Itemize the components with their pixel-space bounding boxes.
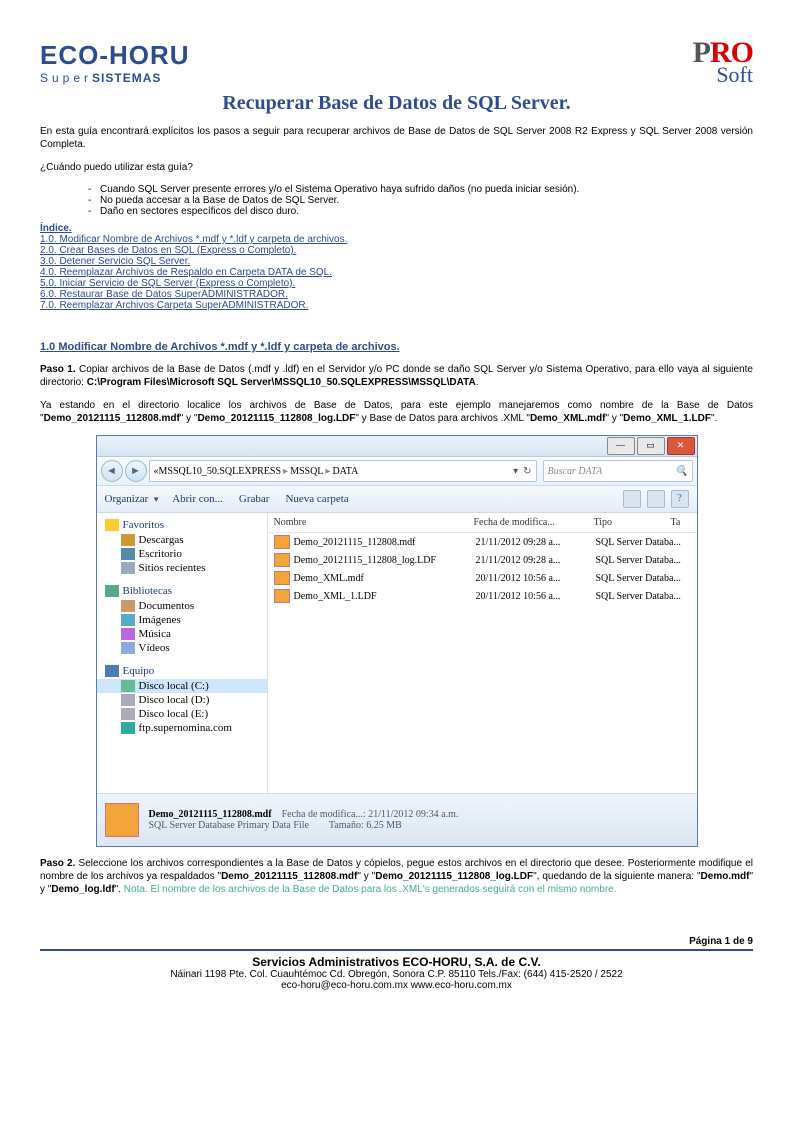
toc-link[interactable]: 4.0. Reemplazar Archivos de Respaldo en … bbox=[40, 267, 753, 278]
question: ¿Cuándo puedo utilizar esta guía? bbox=[40, 161, 753, 174]
sidebar-recent[interactable]: Sitios recientes bbox=[97, 561, 267, 575]
bullet: Cuando SQL Server presente errores y/o e… bbox=[40, 184, 753, 195]
image-icon bbox=[121, 614, 135, 626]
toc-link[interactable]: 6.0. Restaurar Base de Datos SuperADMINI… bbox=[40, 289, 753, 300]
organize-button[interactable]: Organizar bbox=[105, 493, 149, 505]
explorer-window: — ▭ ✕ ◄ ► « MSSQL10_50.SQLEXPRESS▸ MSSQL… bbox=[96, 435, 698, 847]
page-number: Página 1 de 9 bbox=[40, 936, 753, 951]
download-icon bbox=[121, 534, 135, 546]
sidebar-documents[interactable]: Documentos bbox=[97, 599, 267, 613]
disk-icon bbox=[121, 694, 135, 706]
header: ECO-HORU SuperSISTEMAS PRO Soft bbox=[40, 36, 753, 88]
footer-company: Servicios Administrativos ECO-HORU, S.A.… bbox=[40, 955, 753, 969]
index-heading: Índice. bbox=[40, 223, 753, 234]
sidebar-favorites[interactable]: Favoritos bbox=[97, 517, 267, 533]
preview-button[interactable] bbox=[647, 490, 665, 508]
toc-link[interactable]: 3.0. Detener Servicio SQL Server. bbox=[40, 256, 753, 267]
paragraph: Ya estando en el directorio localice los… bbox=[40, 399, 753, 425]
logo-prosoft: PRO Soft bbox=[693, 36, 753, 88]
paragraph: Paso 1. Copiar archivos de la Base de Da… bbox=[40, 363, 753, 389]
window-titlebar: — ▭ ✕ bbox=[97, 436, 697, 457]
forward-button[interactable]: ► bbox=[125, 460, 147, 482]
nav-bar: ◄ ► « MSSQL10_50.SQLEXPRESS▸ MSSQL▸ DATA… bbox=[97, 457, 697, 486]
file-icon bbox=[274, 589, 290, 603]
document-icon bbox=[121, 600, 135, 612]
toc-link[interactable]: 2.0. Crear Bases de Datos en SQL (Expres… bbox=[40, 245, 753, 256]
toc-link[interactable]: 7.0. Reemplazar Archivos Carpeta SuperAD… bbox=[40, 300, 753, 311]
sidebar-disk-e[interactable]: Disco local (E:) bbox=[97, 707, 267, 721]
logo-ecohoru: ECO-HORU SuperSISTEMAS bbox=[40, 40, 190, 85]
new-folder-button[interactable]: Nueva carpeta bbox=[285, 493, 348, 505]
file-row[interactable]: Demo_20121115_112808.mdf21/11/2012 09:28… bbox=[268, 533, 697, 551]
open-with-button[interactable]: Abrir con... bbox=[172, 493, 223, 505]
sidebar-downloads[interactable]: Descargas bbox=[97, 533, 267, 547]
sidebar-images[interactable]: Imágenes bbox=[97, 613, 267, 627]
view-button[interactable] bbox=[623, 490, 641, 508]
close-button[interactable]: ✕ bbox=[667, 437, 695, 455]
file-icon bbox=[105, 803, 139, 837]
sidebar-libraries[interactable]: Bibliotecas bbox=[97, 583, 267, 599]
record-button[interactable]: Grabar bbox=[239, 493, 270, 505]
toc-link[interactable]: 5.0. Iniciar Servicio de SQL Server (Exp… bbox=[40, 278, 753, 289]
details-pane: Demo_20121115_112808.mdf Fecha de modifi… bbox=[97, 793, 697, 846]
file-icon bbox=[274, 553, 290, 567]
column-headers[interactable]: NombreFecha de modifica...TipoTa bbox=[268, 513, 697, 533]
toc-link[interactable]: 1.0. Modificar Nombre de Archivos *.mdf … bbox=[40, 234, 753, 245]
file-row[interactable]: Demo_XML_1.LDF20/11/2012 10:56 a...SQL S… bbox=[268, 587, 697, 605]
footer-contact: eco-horu@eco-horu.com.mx www.eco-horu.co… bbox=[40, 980, 753, 991]
bullet: No pueda accesar a la Base de Datos de S… bbox=[40, 195, 753, 206]
sidebar-music[interactable]: Música bbox=[97, 627, 267, 641]
bullet: Daño en sectores específicos del disco d… bbox=[40, 206, 753, 217]
sidebar-videos[interactable]: Vídeos bbox=[97, 641, 267, 655]
paragraph: Paso 2. Seleccione los archivos correspo… bbox=[40, 857, 753, 896]
video-icon bbox=[121, 642, 135, 654]
computer-icon bbox=[105, 665, 119, 677]
music-icon bbox=[121, 628, 135, 640]
minimize-button[interactable]: — bbox=[607, 437, 635, 455]
help-button[interactable]: ? bbox=[671, 490, 689, 508]
back-button[interactable]: ◄ bbox=[101, 460, 123, 482]
sidebar-desktop[interactable]: Escritorio bbox=[97, 547, 267, 561]
ftp-icon bbox=[121, 722, 135, 734]
file-row[interactable]: Demo_XML.mdf20/11/2012 10:56 a...SQL Ser… bbox=[268, 569, 697, 587]
star-icon bbox=[105, 519, 119, 531]
file-row[interactable]: Demo_20121115_112808_log.LDF21/11/2012 0… bbox=[268, 551, 697, 569]
disk-icon bbox=[121, 680, 135, 692]
bullet-list: Cuando SQL Server presente errores y/o e… bbox=[40, 184, 753, 217]
footer-address: Náinari 1198 Pte. Col. Cuauhtémoc Cd. Ob… bbox=[40, 969, 753, 980]
section-heading: 1.0 Modificar Nombre de Archivos *.mdf y… bbox=[40, 341, 753, 353]
intro: En esta guía encontrará explícitos los p… bbox=[40, 125, 753, 151]
sidebar-disk-c[interactable]: Disco local (C:) bbox=[97, 679, 267, 693]
sidebar-ftp[interactable]: ftp.supernomina.com bbox=[97, 721, 267, 735]
sidebar: Favoritos Descargas Escritorio Sitios re… bbox=[97, 513, 268, 793]
breadcrumb[interactable]: « MSSQL10_50.SQLEXPRESS▸ MSSQL▸ DATA ▾ ↻ bbox=[149, 460, 537, 482]
sidebar-computer[interactable]: Equipo bbox=[97, 663, 267, 679]
footer: Página 1 de 9 Servicios Administrativos … bbox=[40, 936, 753, 991]
file-icon bbox=[274, 535, 290, 549]
search-icon: 🔍 bbox=[675, 466, 687, 477]
maximize-button[interactable]: ▭ bbox=[637, 437, 665, 455]
toolbar: Organizar▼ Abrir con... Grabar Nueva car… bbox=[97, 486, 697, 513]
desktop-icon bbox=[121, 548, 135, 560]
file-pane: NombreFecha de modifica...TipoTa Demo_20… bbox=[268, 513, 697, 793]
file-icon bbox=[274, 571, 290, 585]
library-icon bbox=[105, 585, 119, 597]
search-input[interactable]: Buscar DATA🔍 bbox=[543, 460, 693, 482]
disk-icon bbox=[121, 708, 135, 720]
recent-icon bbox=[121, 562, 135, 574]
sidebar-disk-d[interactable]: Disco local (D:) bbox=[97, 693, 267, 707]
page-title: Recuperar Base de Datos de SQL Server. bbox=[40, 92, 753, 115]
